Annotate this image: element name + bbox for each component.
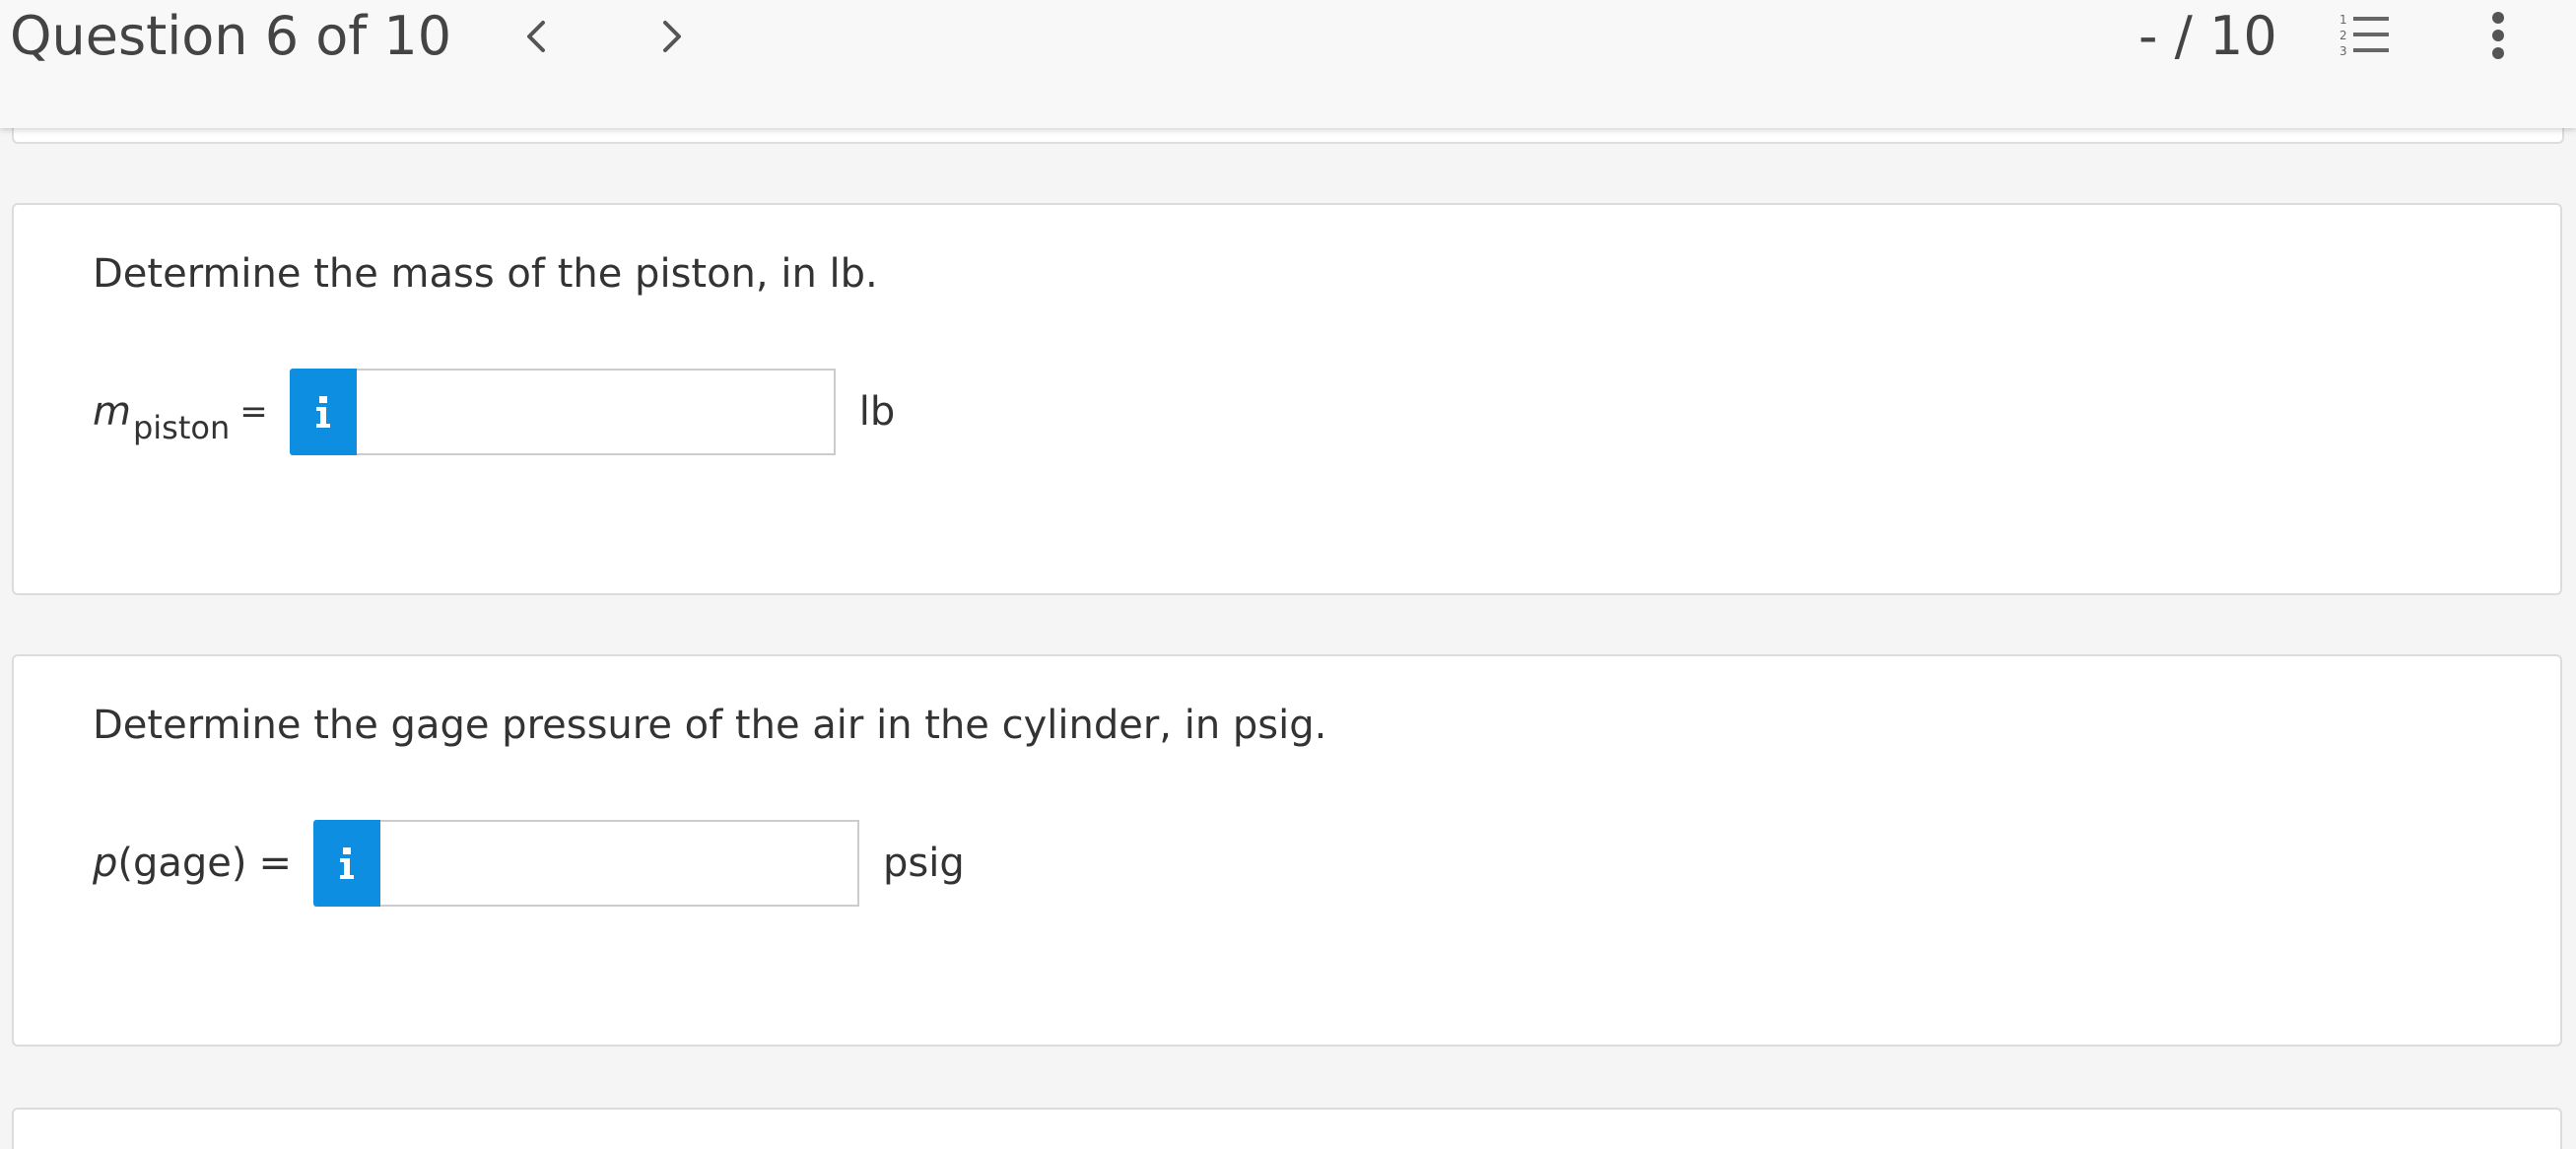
part-prompt: Determine the gage pressure of the air i… — [93, 703, 1327, 748]
info-icon — [340, 847, 355, 879]
answer-row: m piston = lb — [93, 369, 895, 455]
question-part-card: Determine the mass of the piston, in lb.… — [12, 203, 2562, 595]
variable-symbol: p — [93, 841, 118, 886]
svg-text:2: 2 — [2339, 29, 2347, 42]
variable-symbol: m — [93, 389, 131, 435]
equals-sign: = — [258, 841, 293, 886]
variable-subscript: piston — [132, 409, 231, 446]
svg-text:3: 3 — [2339, 44, 2347, 58]
previous-question-button[interactable] — [508, 12, 564, 61]
part-prompt: Determine the mass of the piston, in lb. — [93, 251, 878, 297]
info-icon — [315, 396, 330, 428]
info-button[interactable] — [289, 369, 357, 455]
chevron-left-icon — [527, 21, 545, 52]
question-list-button[interactable]: 1 2 3 — [2338, 10, 2401, 63]
more-options-button[interactable] — [2474, 8, 2523, 67]
question-part-card: Determine the gage pressure of the air i… — [12, 654, 2562, 1047]
svg-text:1: 1 — [2339, 13, 2347, 27]
score-display: - / 10 — [2138, 5, 2277, 67]
equals-sign: = — [239, 392, 268, 432]
variable-label: m piston — [93, 389, 230, 446]
next-card-edge — [12, 1108, 2562, 1149]
info-button[interactable] — [313, 820, 381, 907]
question-title: Question 6 of 10 — [10, 5, 452, 67]
answer-row: p (gage) = psig — [93, 820, 965, 907]
vertical-ellipsis-icon — [2492, 12, 2504, 59]
unit-label: psig — [883, 841, 965, 886]
unit-label: lb — [858, 389, 896, 435]
variable-suffix: (gage) — [117, 841, 247, 886]
gage-pressure-input[interactable] — [380, 820, 860, 907]
mass-piston-input[interactable] — [356, 369, 836, 455]
variable-label: p (gage) — [93, 841, 247, 886]
question-header: Question 6 of 10 - / 10 1 2 3 — [0, 0, 2576, 128]
next-question-button[interactable] — [644, 12, 700, 61]
question-content: Determine the mass of the piston, in lb.… — [0, 128, 2576, 1149]
numbered-list-icon: 1 2 3 — [2339, 13, 2389, 58]
chevron-right-icon — [663, 21, 681, 52]
